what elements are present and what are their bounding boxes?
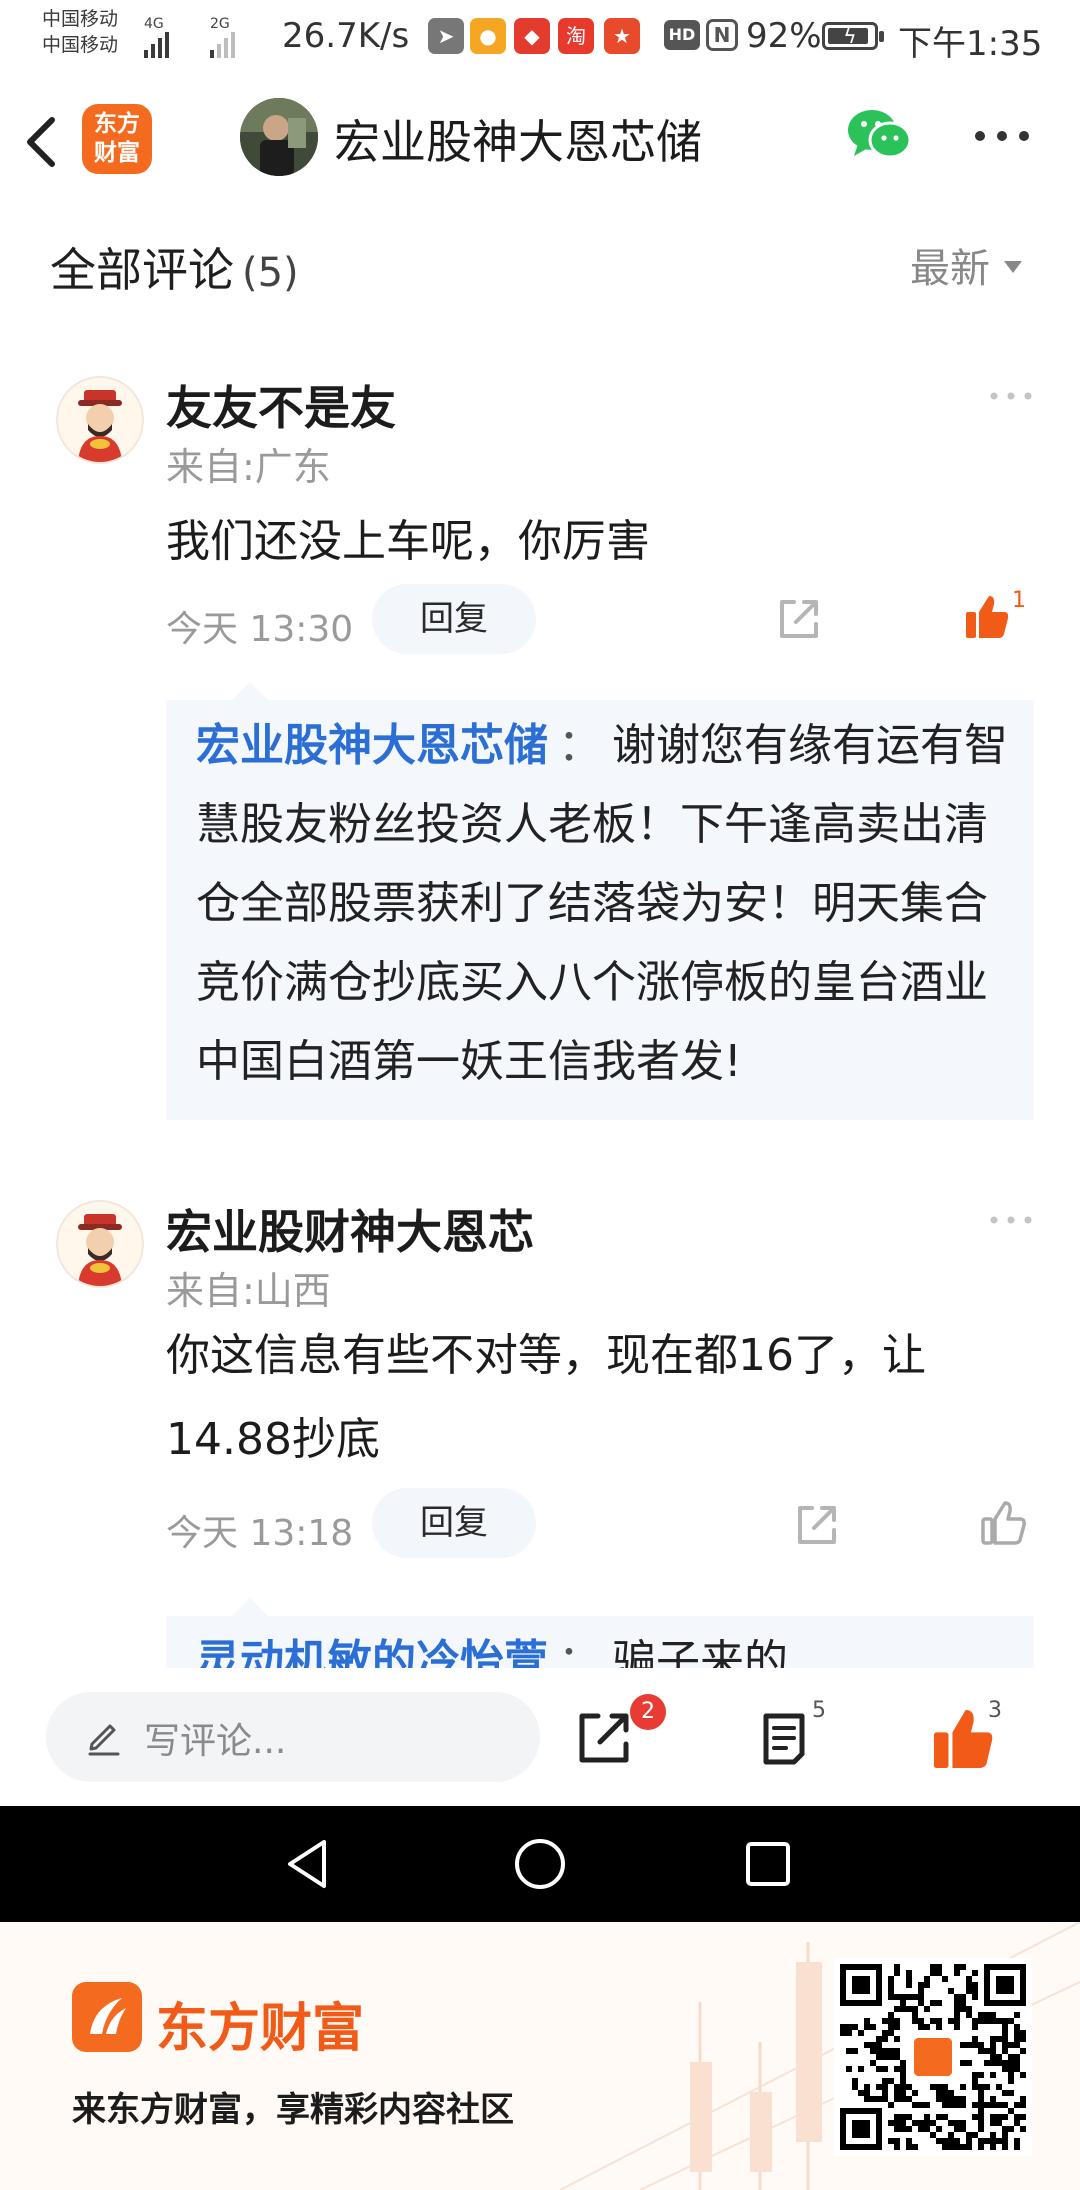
comment-time: 今天 13:18 — [166, 1513, 354, 1554]
app-notification-icon: ◆ — [514, 18, 550, 54]
system-nav-bar — [0, 1806, 1080, 1922]
author-avatar[interactable] — [240, 98, 318, 176]
like-count: 1 — [1012, 588, 1026, 613]
comments-title: 全部评论 — [50, 243, 234, 297]
taobao-icon: 淘 — [558, 18, 594, 54]
reply-content: 灵动机敏的冷怡萱 ： 骗子来的 — [166, 1616, 1034, 1668]
commenter-avatar[interactable] — [56, 376, 144, 464]
more-dots-icon — [975, 131, 1029, 141]
comment-input-bar: 写评论... 2 5 3 — [0, 1668, 1080, 1806]
write-comment-placeholder: 写评论... — [144, 1721, 287, 1762]
comment-count: 5 — [812, 1698, 826, 1723]
status-bar: 中国移动 中国移动 4G 2G 26.7K/s ➤ ● ◆ 淘 ★ HD N 9… — [42, 6, 1043, 64]
god-of-wealth-avatar-icon — [58, 1202, 142, 1286]
back-arrow-icon — [27, 117, 55, 167]
like-button[interactable] — [978, 1498, 1028, 1548]
sort-dropdown[interactable]: 最新 — [910, 236, 1022, 294]
commenter-location: 来自:山西 — [166, 1269, 331, 1313]
promo-brand-name: 东方财富 — [156, 1999, 365, 2059]
nav-home-button[interactable] — [510, 1834, 570, 1894]
more-dots-icon — [990, 1216, 1032, 1224]
comment-text: 你这信息有些不对等，现在都16了，让14.88抄底 — [166, 1330, 926, 1465]
like-count: 3 — [988, 1698, 1002, 1723]
brand-logo-icon — [72, 1982, 142, 2052]
share-icon — [798, 1506, 836, 1544]
reply-separator: ： — [558, 1636, 602, 1668]
reply-content: 宏业股神大恩芯储：谢谢您有缘有运有智慧股友粉丝投资人老板！下午逢高卖出清仓全部股… — [166, 700, 1034, 1101]
write-comment-input[interactable]: 写评论... — [46, 1692, 540, 1782]
share-icon — [579, 1713, 629, 1763]
reply-box: 宏业股神大恩芯储：谢谢您有缘有运有智慧股友粉丝投资人老板！下午逢高卖出清仓全部股… — [166, 682, 1034, 1120]
page-title: 宏业股神大恩芯储 — [334, 115, 702, 169]
comment-more-button[interactable] — [986, 384, 1036, 408]
nav-recents-button[interactable] — [738, 1834, 798, 1894]
promo-footer: 东方财富 来东方财富，享精彩内容社区 — [0, 1922, 1080, 2190]
paper-plane-icon: ➤ — [428, 18, 464, 54]
share-button[interactable] — [574, 1708, 634, 1768]
like-button[interactable] — [962, 592, 1012, 642]
more-dots-icon — [990, 392, 1032, 400]
pencil-icon — [88, 1724, 120, 1756]
back-button[interactable] — [18, 112, 66, 172]
reply-button[interactable]: 回复 — [372, 584, 536, 654]
hd-icon: HD — [664, 20, 700, 50]
thumbs-up-filled-icon — [966, 596, 1009, 638]
reply-button[interactable]: 回复 — [372, 1488, 536, 1558]
circle-home-icon — [515, 1839, 565, 1889]
battery-percent: 92% — [746, 16, 822, 56]
reply-author[interactable]: 灵动机敏的冷怡萱 — [196, 1636, 548, 1668]
comments-count: (5) — [242, 250, 299, 296]
commenter-name[interactable]: 友友不是友 — [166, 372, 396, 438]
share-button[interactable] — [792, 1500, 842, 1550]
net-speed: 26.7K/s — [282, 16, 410, 56]
reply-box: 灵动机敏的冷怡萱 ： 骗子来的 — [166, 1598, 1034, 1668]
comment-list-icon — [763, 1713, 805, 1765]
share-icon — [780, 600, 818, 638]
nfc-icon: N — [706, 19, 738, 51]
comment-item: 宏业股财神大恩芯 来自:山西 你这信息有些不对等，现在都16了，让14.88抄底… — [0, 1196, 1080, 1668]
square-recents-icon — [746, 1842, 790, 1886]
comment-text: 我们还没上车呢，你厉害 — [166, 516, 650, 567]
comments-button[interactable] — [756, 1710, 812, 1766]
reply-text: 骗子来的 — [612, 1636, 788, 1668]
promo-slogan: 来东方财富，享精彩内容社区 — [72, 2090, 514, 2130]
thumbs-up-outline-icon — [981, 1501, 1026, 1545]
qr-code — [834, 1958, 1032, 2156]
wechat-icon — [848, 110, 912, 159]
caret-down-icon — [1004, 261, 1022, 273]
app-notification-icon: ★ — [604, 18, 640, 54]
share-badge: 2 — [630, 1694, 666, 1730]
reply-text: 谢谢您有缘有运有智慧股友粉丝投资人老板！下午逢高卖出清仓全部股票获利了结落袋为安… — [196, 720, 1008, 1087]
commenter-name[interactable]: 宏业股财神大恩芯 — [166, 1196, 534, 1262]
share-button[interactable] — [774, 594, 824, 644]
brand-logo-text: 东方财富 — [94, 111, 140, 166]
like-button[interactable] — [930, 1706, 996, 1772]
clock: 下午1:35 — [898, 24, 1043, 64]
commenter-avatar[interactable] — [56, 1200, 144, 1288]
title-bar: 东方财富 宏业股神大恩芯储 — [0, 76, 1080, 206]
triangle-back-icon — [288, 1840, 326, 1888]
god-of-wealth-avatar-icon — [58, 378, 142, 462]
qr-code-image — [834, 1958, 1032, 2156]
comment-time: 今天 13:30 — [166, 609, 354, 650]
comments-header: 全部评论 (5) — [50, 234, 299, 300]
battery-icon: ϟ — [822, 22, 884, 50]
comment-more-button[interactable] — [986, 1208, 1036, 1232]
more-options-button[interactable] — [970, 116, 1034, 156]
app-notification-icon: ● — [470, 18, 506, 54]
nav-back-button[interactable] — [278, 1834, 338, 1894]
carrier-2: 中国移动 — [42, 34, 119, 56]
carrier-labels: 中国移动 中国移动 — [42, 6, 142, 58]
thumbs-up-filled-icon — [933, 1709, 993, 1769]
sort-label: 最新 — [910, 246, 990, 292]
carrier-1: 中国移动 — [42, 8, 119, 30]
brand-logo[interactable]: 东方财富 — [82, 104, 152, 174]
commenter-location: 来自:广东 — [166, 445, 331, 489]
reply-author[interactable]: 宏业股神大恩芯储 — [196, 720, 548, 771]
reply-separator: ： — [558, 720, 602, 771]
wechat-share-button[interactable] — [846, 106, 912, 164]
